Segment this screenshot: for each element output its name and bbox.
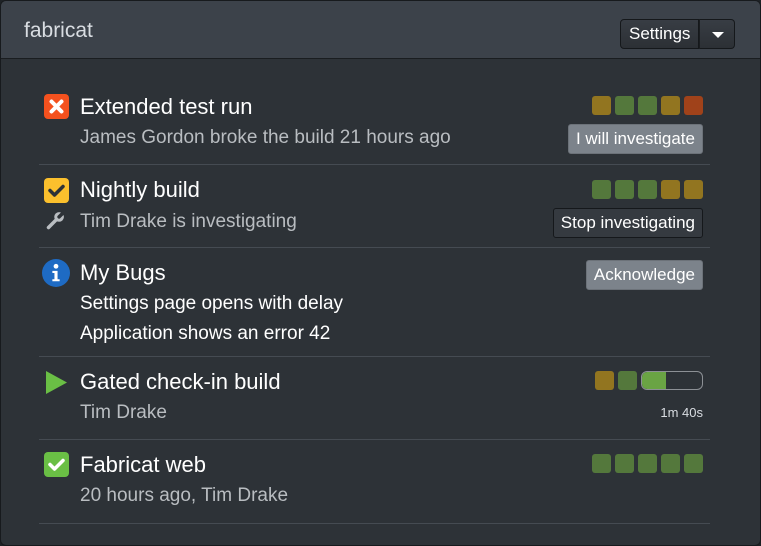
build-name[interactable]: Nightly build xyxy=(80,177,200,203)
build-name[interactable]: Extended test run xyxy=(80,94,252,120)
history-green-square[interactable] xyxy=(684,454,703,473)
history-green-square[interactable] xyxy=(615,96,634,115)
history-green-square[interactable] xyxy=(615,180,634,199)
history-green-square[interactable] xyxy=(638,96,657,115)
build-monitor-panel: fabricat Settings Extended test run Jame… xyxy=(0,0,761,546)
settings-button-group: Settings xyxy=(620,19,736,49)
build-status-text: James Gordon broke the build 21 hours ag… xyxy=(80,127,451,148)
history-yellow-square[interactable] xyxy=(592,96,611,115)
history-red-square[interactable] xyxy=(684,96,703,115)
build-status-text: 20 hours ago, Tim Drake xyxy=(80,485,289,506)
failed-x-icon xyxy=(44,94,69,119)
investigate-button[interactable]: I will investigate xyxy=(567,124,703,154)
bug-item[interactable]: Settings page opens with delay xyxy=(80,293,343,315)
history-green-square[interactable] xyxy=(638,180,657,199)
build-duration: 1m 40s xyxy=(660,405,703,420)
history-green-square[interactable] xyxy=(592,180,611,199)
build-history xyxy=(592,180,703,199)
panel-header: fabricat Settings xyxy=(1,1,760,59)
acknowledge-button[interactable]: Acknowledge xyxy=(585,260,703,290)
history-yellow-square[interactable] xyxy=(661,96,680,115)
build-name[interactable]: Fabricat web xyxy=(80,452,206,478)
play-icon xyxy=(46,371,67,394)
history-green-square[interactable] xyxy=(618,371,637,390)
build-item-fabricat-web[interactable]: Fabricat web 20 hours ago, Tim Drake xyxy=(39,440,710,524)
settings-button[interactable]: Settings xyxy=(620,19,700,49)
bug-item[interactable]: Application shows an error 42 xyxy=(80,323,330,345)
info-icon xyxy=(42,259,70,287)
build-progress-bar xyxy=(641,371,703,390)
build-item-nightly-build[interactable]: Nightly build Tim Drake is investigating… xyxy=(39,165,710,248)
stop-investigating-button[interactable]: Stop investigating xyxy=(552,208,703,238)
settings-dropdown-toggle[interactable] xyxy=(699,19,736,49)
build-name[interactable]: My Bugs xyxy=(80,260,166,286)
history-green-square[interactable] xyxy=(615,454,634,473)
build-history xyxy=(592,454,703,473)
build-list: Extended test run James Gordon broke the… xyxy=(39,82,710,524)
build-history xyxy=(595,371,703,390)
history-green-square[interactable] xyxy=(638,454,657,473)
history-yellow-square[interactable] xyxy=(595,371,614,390)
history-green-square[interactable] xyxy=(592,454,611,473)
caret-down-icon xyxy=(712,32,725,38)
build-item-extended-test-run[interactable]: Extended test run James Gordon broke the… xyxy=(39,82,710,165)
build-name[interactable]: Gated check-in build xyxy=(80,369,281,395)
history-green-square[interactable] xyxy=(661,454,680,473)
build-status-text: Tim Drake xyxy=(80,402,167,423)
investigation-status-text: Tim Drake is investigating xyxy=(80,211,297,232)
build-progress-fill xyxy=(642,372,666,389)
success-check-icon xyxy=(44,452,69,477)
build-item-my-bugs[interactable]: My Bugs Settings page opens with delay A… xyxy=(39,248,710,357)
build-history xyxy=(592,96,703,115)
history-yellow-square[interactable] xyxy=(661,180,680,199)
warning-check-icon xyxy=(44,178,69,203)
build-item-gated-check-in[interactable]: Gated check-in build Tim Drake 1m 40s xyxy=(39,357,710,440)
wrench-icon xyxy=(46,209,67,230)
project-title: fabricat xyxy=(24,19,93,42)
history-yellow-square[interactable] xyxy=(684,180,703,199)
